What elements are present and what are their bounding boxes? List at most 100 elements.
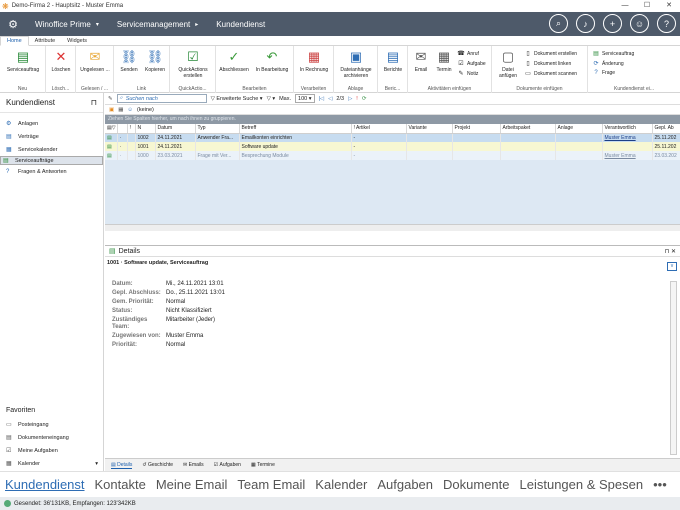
chevron-down-icon[interactable]: ▾ <box>95 461 98 467</box>
module-team-email[interactable]: Team Email <box>232 477 310 492</box>
appointment-button[interactable]: ▦ Termin <box>433 49 455 73</box>
col-header-date[interactable]: Datum <box>155 124 196 134</box>
settings-gear-icon[interactable]: ⚙ <box>0 18 26 31</box>
pin-icon[interactable]: ⊓ <box>91 98 97 107</box>
fav-kalender[interactable]: ▦ Kalender ▾ <box>0 457 104 470</box>
module-kundendienst[interactable]: Kundendienst <box>0 477 90 492</box>
nav-item-fragen-antworten[interactable]: ? Fragen & Antworten <box>0 165 103 178</box>
nav-item-servicekalender[interactable]: ▦ Servicekalender <box>0 143 103 156</box>
col-header-article[interactable]: ! Artikel <box>351 124 407 134</box>
col-header-planned-end[interactable]: Gepl. Ab <box>652 124 680 134</box>
details-vertical-scrollbar[interactable] <box>670 281 677 455</box>
help-icon[interactable]: ? <box>657 14 676 33</box>
reports-button[interactable]: ▤ Berichte <box>380 49 406 73</box>
send-link-button[interactable]: ⛓ Senden <box>118 49 140 73</box>
link-document-button[interactable]: ▯ Dokument linken <box>524 60 571 68</box>
first-page-icon[interactable]: |◁ <box>319 96 325 102</box>
complete-button[interactable]: ✓ Abschliessen <box>218 49 250 73</box>
tab-home[interactable]: Home <box>0 36 29 46</box>
module-aufgaben[interactable]: Aufgaben <box>372 477 438 492</box>
alert-icon[interactable]: ! <box>356 96 358 102</box>
in-progress-button[interactable]: ↶ In Bearbeitung <box>252 49 292 73</box>
fav-posteingang[interactable]: ▭ Posteingang <box>0 418 104 431</box>
bell-icon[interactable]: ♪ <box>576 14 595 33</box>
col-header-project[interactable]: Projekt <box>452 124 501 134</box>
tab-widgets[interactable]: Widgets <box>61 37 93 45</box>
max-select[interactable]: 100 ▾ <box>295 94 315 103</box>
task-button[interactable]: ☑ Aufgabe <box>457 60 485 68</box>
col-header-number[interactable]: N <box>135 124 156 134</box>
filter-dropdown[interactable]: ▽ ▾ <box>267 96 276 102</box>
columns-icon[interactable]: ▦ <box>118 107 123 113</box>
insert-serviceauftrag-button[interactable]: ▤ Serviceauftrag <box>592 50 634 58</box>
module-leistungen-spesen[interactable]: Leistungen & Spesen <box>515 477 649 492</box>
attach-file-button[interactable]: ▢ Datei anfügen <box>494 49 522 79</box>
table-row[interactable]: ▤ · 1000 23.03.2021 Frage mit Ver... Bespr… <box>105 151 680 160</box>
fav-dokumenteneingang[interactable]: ▤ Dokumenteneingang <box>0 431 104 444</box>
nav-servicemanagement[interactable]: Servicemanagement ▸ <box>108 20 207 29</box>
tab-geschichte[interactable]: ↺ Geschichte <box>142 462 173 468</box>
search-input[interactable]: ⌕ Suchen nach <box>116 94 207 103</box>
tab-attribute[interactable]: Attribute <box>29 37 61 45</box>
tab-details[interactable]: ▤ Details <box>111 462 133 469</box>
search-icon[interactable]: ⌕ <box>549 14 568 33</box>
copy-link-button[interactable]: ⛓ Kopieren <box>142 49 168 73</box>
col-header-flag[interactable] <box>117 124 128 134</box>
add-icon[interactable]: + <box>603 14 622 33</box>
more-modules-button[interactable]: ••• <box>648 477 672 492</box>
module-meine-email[interactable]: Meine Email <box>151 477 233 492</box>
group-by-hint[interactable]: Ziehen Sie Spalten hierher, um nach ihne… <box>105 115 680 124</box>
delete-button[interactable]: ✕ Löschen <box>48 49 74 73</box>
next-page-icon[interactable]: ▷ <box>348 96 352 102</box>
col-header-subject[interactable]: Betreff <box>239 124 352 134</box>
table-row[interactable]: ▤ · 1001 24.11.2021 Software update - 25.… <box>105 142 680 151</box>
col-header-priority[interactable]: ! <box>127 124 136 134</box>
table-row[interactable]: ▤ · 1002 24.11.2021 Anwender Fra... Emailk… <box>105 133 680 142</box>
tab-emails[interactable]: ✉ Emails <box>183 462 204 468</box>
col-header-workpackage[interactable]: Arbeitspaket <box>500 124 556 134</box>
pin-icon[interactable]: ⊓ ✕ <box>665 248 676 255</box>
col-header-asset[interactable]: Anlage <box>555 124 603 134</box>
group-icon[interactable]: ▣ <box>109 107 114 113</box>
insert-frage-button[interactable]: ? Frage <box>592 70 615 76</box>
create-document-button[interactable]: ▯ Dokument erstellen <box>524 50 577 58</box>
module-kontakte[interactable]: Kontakte <box>90 477 151 492</box>
nav-item-serviceauftraege[interactable]: ▤ Serviceaufträge <box>0 156 103 165</box>
nav-kundendienst[interactable]: Kundendienst <box>207 20 274 29</box>
nav-item-vertraege[interactable]: ▤ Verträge <box>0 130 103 143</box>
quickactions-button[interactable]: ☑ QuickActions erstellen <box>173 49 213 79</box>
call-button[interactable]: ☎ Anruf <box>457 50 479 58</box>
user-icon[interactable]: ☺ <box>630 14 649 33</box>
col-icon-header[interactable]: ▤▽ <box>105 124 118 134</box>
maximize-button[interactable]: ☐ <box>636 0 658 12</box>
col-header-variant[interactable]: Variante <box>406 124 453 134</box>
invoice-button[interactable]: ▦ In Rechnung <box>296 49 332 73</box>
fav-meine-aufgaben[interactable]: ☑ Meine Aufgaben <box>0 444 104 457</box>
minimize-button[interactable]: — <box>614 0 636 12</box>
person-filter-icon[interactable]: ☺ <box>127 107 133 113</box>
new-serviceauftrag-button[interactable]: ▤ Serviceauftrag <box>3 49 43 73</box>
tab-termine[interactable]: ▦ Termine <box>251 462 275 468</box>
grid-horizontal-scrollbar[interactable] <box>105 224 680 231</box>
collapse-chevron-icon[interactable]: v <box>667 262 677 271</box>
insert-aenderung-button[interactable]: ⟳ Änderung <box>592 60 623 68</box>
archive-attachments-button[interactable]: ▣ Dateianhänge archivieren <box>336 49 376 79</box>
refresh-icon[interactable]: ⟳ <box>362 96 367 102</box>
scan-document-button[interactable]: ▭ Dokument scannen <box>524 70 577 78</box>
note-button[interactable]: ✎ Notiz <box>457 70 478 78</box>
prev-page-icon[interactable]: ◁ <box>328 96 332 102</box>
edit-icon[interactable]: ✎ <box>108 96 113 102</box>
module-dokumente[interactable]: Dokumente <box>438 477 514 492</box>
col-header-responsible[interactable]: Verantwortlich <box>602 124 653 134</box>
close-button[interactable]: ✕ <box>658 0 680 12</box>
advanced-search-button[interactable]: ▽ Erweiterte Suche ▾ <box>211 96 263 102</box>
module-kalender[interactable]: Kalender <box>310 477 372 492</box>
calendar-icon: ▦ <box>437 49 451 64</box>
nav-winoffice-prime[interactable]: Winoffice Prime ▾ <box>26 20 108 29</box>
col-header-type[interactable]: Typ <box>195 124 240 134</box>
tab-aufgaben[interactable]: ☑ Aufgaben <box>214 462 241 468</box>
inbox-icon: ▭ <box>6 422 12 428</box>
email-button[interactable]: ✉ Email <box>410 49 432 73</box>
mark-unread-button[interactable]: ✉ Ungelesen ... <box>78 49 112 73</box>
nav-item-anlagen[interactable]: ⚙ Anlagen <box>0 117 103 130</box>
